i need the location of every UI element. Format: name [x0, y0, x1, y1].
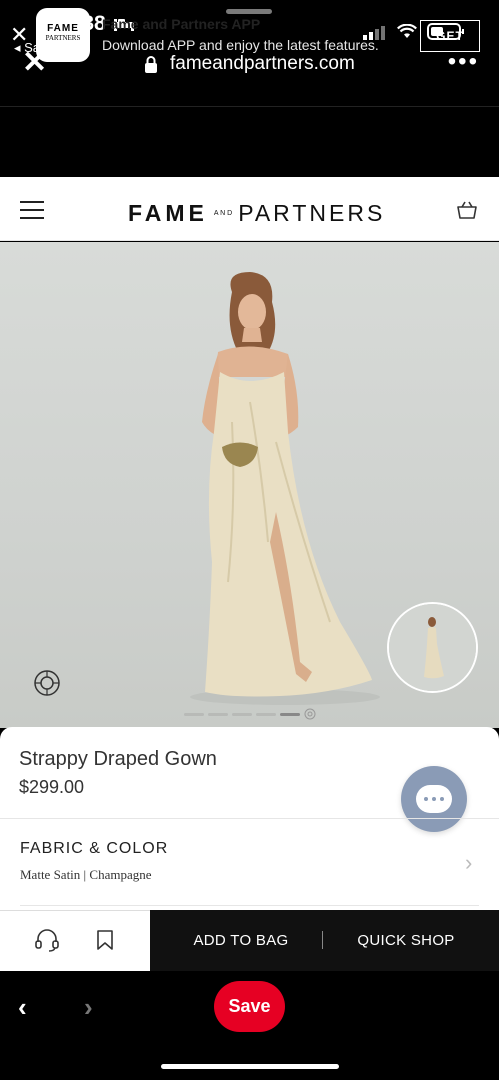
carousel-dot[interactable]: [184, 712, 204, 716]
top-indicator: [226, 9, 272, 14]
banner-title: Fame and Partners APP: [102, 16, 261, 32]
shopping-bag-icon[interactable]: [456, 200, 478, 220]
product-price: $299.00: [19, 777, 85, 797]
chat-button[interactable]: [401, 766, 467, 832]
wifi-icon: [397, 23, 417, 38]
product-name: Strappy Draped Gown: [19, 748, 217, 770]
thumbnail-gown-illustration: [389, 604, 476, 691]
get-app-button[interactable]: GET: [420, 20, 480, 52]
app-logo: FAME PARTNERS: [36, 8, 90, 62]
carousel-dot[interactable]: [232, 712, 252, 716]
lock-icon: [145, 56, 157, 73]
chevron-right-icon[interactable]: ›: [465, 850, 472, 876]
carousel-dot[interactable]: [256, 712, 276, 716]
carousel-dot-active[interactable]: [280, 712, 300, 716]
headset-support-icon[interactable]: [34, 928, 60, 952]
banner-subtitle: Download APP and enjoy the latest featur…: [102, 37, 379, 53]
url-text: fameandpartners.com: [170, 53, 355, 74]
bookmark-icon[interactable]: [96, 929, 114, 951]
more-options-icon[interactable]: •••: [448, 48, 479, 76]
menu-icon[interactable]: [20, 201, 44, 219]
action-bar-left: [0, 910, 150, 971]
carousel-indicator[interactable]: [184, 708, 316, 720]
home-indicator: [161, 1064, 339, 1069]
quick-shop-button[interactable]: QUICK SHOP: [336, 910, 476, 971]
fabric-color-label[interactable]: FABRIC & COLOR: [20, 840, 168, 858]
back-arrow-icon[interactable]: ‹: [18, 992, 27, 1023]
divider: [20, 905, 479, 906]
brand-logo[interactable]: FAME A N D PARTNERS: [128, 200, 385, 227]
chat-icon: [416, 785, 452, 813]
divider: [0, 818, 499, 819]
product-thumbnail[interactable]: [387, 602, 478, 693]
banner-close-icon[interactable]: ✕: [10, 22, 28, 48]
fabric-color-value: Matte Satin | Champagne: [20, 867, 152, 882]
address-bar[interactable]: fameandpartners.com: [144, 53, 355, 75]
action-separator: [322, 931, 323, 949]
save-button[interactable]: Save: [214, 981, 285, 1032]
site-header: FAME A N D PARTNERS: [0, 177, 499, 241]
add-to-bag-button[interactable]: ADD TO BAG: [166, 910, 316, 971]
carousel-view-360-icon[interactable]: [304, 708, 316, 720]
forward-arrow-icon[interactable]: ›: [84, 992, 93, 1023]
carousel-dot[interactable]: [208, 712, 228, 716]
view-360-icon[interactable]: [32, 668, 62, 698]
app-install-banner: [0, 106, 499, 177]
